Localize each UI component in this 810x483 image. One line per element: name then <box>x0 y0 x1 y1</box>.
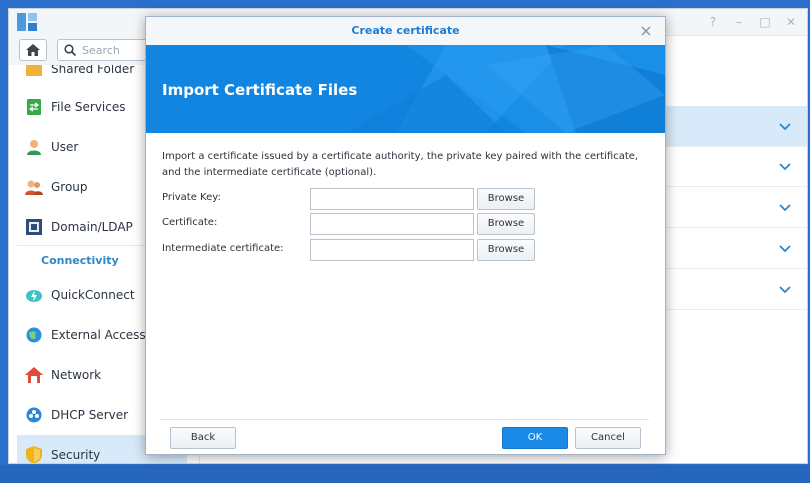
domain-ldap-icon <box>25 218 43 236</box>
sidebar-item-label: Network <box>51 368 102 382</box>
desktop-taskbar <box>0 465 810 483</box>
sidebar-item-label: External Access <box>51 328 146 342</box>
home-button[interactable] <box>19 39 47 61</box>
maximize-icon[interactable]: □ <box>757 15 773 29</box>
create-certificate-dialog: Create certificate Import Certificate Fi… <box>145 16 666 455</box>
sidebar-item-label: Group <box>51 180 88 194</box>
minimize-icon[interactable]: – <box>731 15 747 29</box>
intermediate-certificate-row: Intermediate certificate: Browse <box>162 239 552 261</box>
sidebar-item-label: Shared Folder <box>51 65 135 76</box>
dialog-title: Create certificate <box>351 24 460 37</box>
sidebar-item-label: Domain/LDAP <box>51 220 133 234</box>
private-key-browse-button[interactable]: Browse <box>477 188 535 210</box>
dhcp-server-icon <box>25 406 43 424</box>
chevron-down-icon[interactable] <box>777 118 793 134</box>
search-icon <box>64 44 76 56</box>
close-icon[interactable] <box>639 24 653 38</box>
help-icon[interactable]: ? <box>705 15 721 29</box>
intro-text: Import a certificate issued by a certifi… <box>162 151 639 178</box>
home-icon <box>26 44 40 56</box>
quickconnect-icon <box>25 286 43 304</box>
dialog-banner: Import Certificate Files <box>146 45 665 133</box>
chevron-down-icon[interactable] <box>777 199 793 215</box>
shield-icon <box>25 446 43 463</box>
chevron-down-icon[interactable] <box>777 240 793 256</box>
dialog-titlebar: Create certificate <box>146 17 665 46</box>
chevron-down-icon[interactable] <box>777 158 793 174</box>
certificate-row: Certificate: Browse <box>162 213 552 235</box>
sidebar-item-label: Security <box>51 448 101 462</box>
search-placeholder: Search <box>82 43 120 57</box>
back-button[interactable]: Back <box>170 427 236 449</box>
network-icon <box>25 366 43 384</box>
intermediate-certificate-field[interactable] <box>310 239 474 261</box>
folder-icon <box>25 65 43 78</box>
chevron-down-icon[interactable] <box>777 281 793 297</box>
private-key-field[interactable] <box>310 188 474 210</box>
footer-divider <box>160 419 649 420</box>
user-icon <box>25 138 43 156</box>
private-key-label: Private Key: <box>162 192 221 203</box>
certificate-label: Certificate: <box>162 217 218 228</box>
intermediate-certificate-label: Intermediate certificate: <box>162 243 284 254</box>
sidebar-item-label: User <box>51 140 79 154</box>
banner-title: Import Certificate Files <box>162 81 358 99</box>
close-window-icon[interactable]: ✕ <box>783 15 799 29</box>
sidebar-item-label: QuickConnect <box>51 288 135 302</box>
private-key-row: Private Key: Browse <box>162 188 552 210</box>
certificate-browse-button[interactable]: Browse <box>477 213 535 235</box>
external-access-icon <box>25 326 43 344</box>
intermediate-certificate-browse-button[interactable]: Browse <box>477 239 535 261</box>
control-panel-logo-icon <box>17 13 37 31</box>
sidebar-item-label: File Services <box>51 100 126 114</box>
group-icon <box>25 178 43 196</box>
certificate-field[interactable] <box>310 213 474 235</box>
file-services-icon <box>25 98 43 116</box>
sidebar-item-label: DHCP Server <box>51 408 129 422</box>
cancel-button[interactable]: Cancel <box>575 427 641 449</box>
ok-button[interactable]: OK <box>502 427 568 449</box>
